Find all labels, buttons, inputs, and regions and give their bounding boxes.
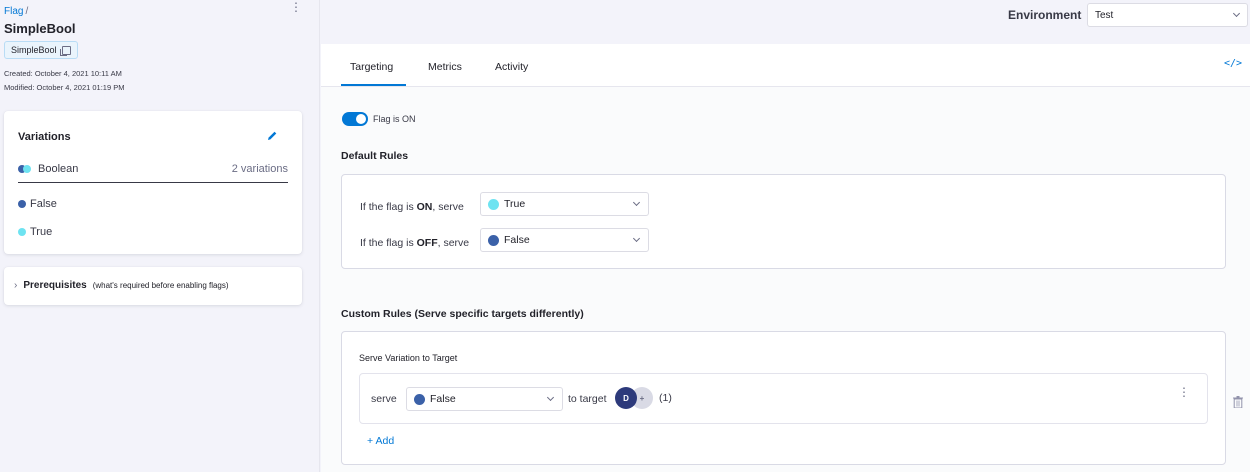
- edit-icon[interactable]: [266, 130, 278, 142]
- variation-count: 2 variations: [231, 163, 288, 175]
- off-serve-select[interactable]: False: [480, 228, 649, 252]
- custom-rules-panel: Serve Variation to Target serve False to…: [341, 331, 1226, 465]
- off-rule-text: If the flag is OFF, serve: [360, 237, 469, 249]
- serve-rule-row: serve False to target D + (1) ⋮: [359, 373, 1208, 424]
- prerequisites-toggle[interactable]: › Prerequisites (what's required before …: [14, 280, 229, 291]
- false-color-dot-icon: [18, 200, 26, 208]
- custom-rules-title: Custom Rules (Serve specific targets dif…: [341, 308, 584, 320]
- flag-title: SimpleBool: [4, 21, 76, 36]
- serve-variation-select[interactable]: False: [406, 387, 563, 411]
- true-color-dot-icon: [18, 228, 26, 236]
- default-rules-panel: If the flag is ON, serve True If the fla…: [341, 174, 1226, 269]
- chevron-down-icon: [632, 234, 641, 243]
- variations-card: Variations Boolean 2 variations False Tr…: [4, 111, 302, 254]
- variation-type: Boolean: [18, 163, 78, 175]
- modified-date: Modified: October 4, 2021 01:19 PM: [4, 83, 125, 92]
- serve-variation-value: False: [430, 393, 456, 405]
- rule-more-options-icon[interactable]: ⋮: [1178, 386, 1190, 398]
- breadcrumb-separator: /: [25, 6, 29, 17]
- on-rule-text: If the flag is ON, serve: [360, 201, 464, 213]
- variation-type-label: Boolean: [38, 163, 79, 175]
- on-serve-value: True: [504, 198, 526, 210]
- main-content: Targeting Metrics Activity </> Flag is O…: [321, 44, 1250, 472]
- breadcrumb: Flag /: [4, 6, 28, 17]
- prerequisites-card[interactable]: › Prerequisites (what's required before …: [4, 267, 302, 305]
- flag-state-toggle[interactable]: [342, 112, 368, 126]
- flag-details-panel: Flag / ⋮ SimpleBool SimpleBool Created: O…: [0, 0, 320, 472]
- environment-bar: Environment Test: [321, 0, 1250, 44]
- environment-label: Environment: [1008, 8, 1082, 22]
- tab-bar: Targeting Metrics Activity </>: [321, 44, 1250, 87]
- copy-icon[interactable]: [59, 45, 71, 56]
- false-color-dot-icon: [414, 393, 425, 405]
- chevron-right-icon: ›: [14, 280, 18, 291]
- variations-title: Variations: [18, 131, 71, 143]
- divider: [18, 182, 288, 183]
- toggle-knob: [356, 114, 366, 124]
- rule-suffix: , serve: [437, 237, 470, 249]
- environment-value: Test: [1095, 9, 1114, 21]
- chevron-down-icon: [632, 198, 641, 207]
- code-view-icon[interactable]: </>: [1224, 58, 1242, 69]
- variation-item: False: [18, 198, 57, 210]
- created-date: Created: October 4, 2021 10:11 AM: [4, 69, 122, 78]
- chevron-down-icon: [1232, 9, 1241, 18]
- prerequisites-hint: (what's required before enabling flags): [92, 281, 229, 290]
- environment-select[interactable]: Test: [1087, 3, 1248, 27]
- default-rules-title: Default Rules: [341, 150, 409, 162]
- off-serve-value: False: [504, 234, 530, 246]
- variation-item: True: [18, 226, 52, 238]
- rule-state: ON: [416, 201, 433, 213]
- tab-metrics[interactable]: Metrics: [428, 61, 462, 73]
- avatar[interactable]: D: [615, 387, 637, 409]
- on-serve-select[interactable]: True: [480, 192, 649, 216]
- target-avatars[interactable]: D +: [615, 387, 655, 409]
- serve-label: serve: [371, 393, 397, 405]
- variation-label: False: [30, 198, 57, 210]
- active-tab-indicator: [341, 84, 406, 86]
- add-rule-button[interactable]: + Add: [367, 435, 394, 447]
- tab-targeting[interactable]: Targeting: [350, 61, 393, 73]
- flag-identifier-chip[interactable]: SimpleBool: [4, 41, 78, 59]
- flag-more-options-icon[interactable]: ⋮: [290, 1, 302, 18]
- target-count: (1): [659, 392, 672, 404]
- prerequisites-label: Prerequisites: [23, 280, 87, 291]
- tab-activity[interactable]: Activity: [495, 61, 528, 73]
- variation-label: True: [30, 226, 53, 238]
- rule-state: OFF: [416, 237, 438, 249]
- chevron-down-icon: [546, 393, 555, 402]
- breadcrumb-flag-link[interactable]: Flag: [4, 6, 23, 17]
- flag-state-label: Flag is ON: [373, 114, 416, 124]
- false-color-dot-icon: [488, 234, 499, 246]
- flag-identifier: SimpleBool: [11, 45, 57, 55]
- rule-prefix: If the flag is: [360, 237, 417, 249]
- rule-prefix: If the flag is: [360, 201, 417, 213]
- rule-suffix: , serve: [432, 201, 464, 213]
- boolean-icon: [18, 165, 32, 173]
- to-target-label: to target: [568, 393, 607, 405]
- serve-variation-title: Serve Variation to Target: [359, 353, 458, 363]
- trash-icon[interactable]: [1233, 396, 1243, 408]
- true-color-dot-icon: [488, 198, 499, 210]
